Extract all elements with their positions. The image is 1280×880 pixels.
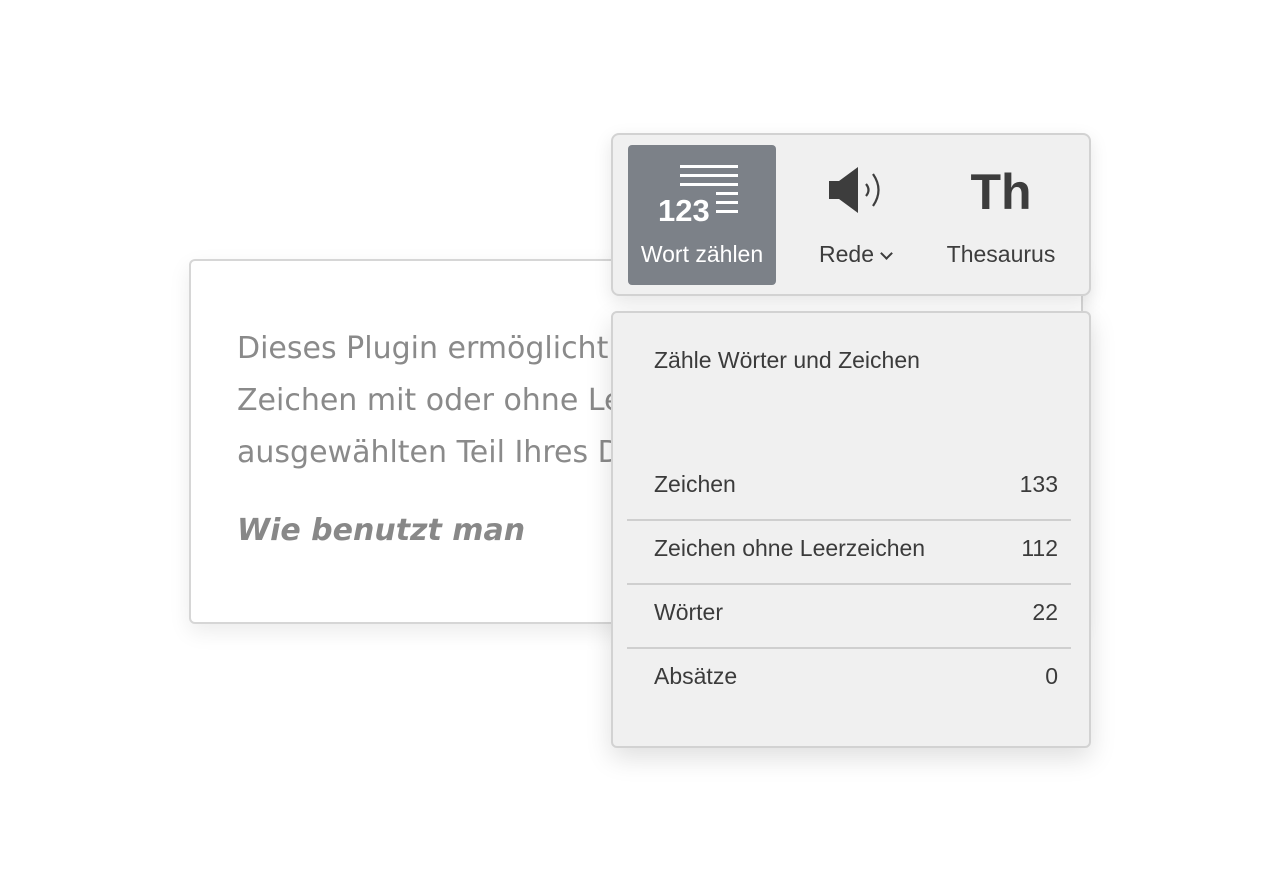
speech-button[interactable]: Rede	[791, 145, 919, 285]
thesaurus-icon: Th	[970, 164, 1032, 220]
stat-value: 0	[1045, 663, 1058, 689]
stage: Dieses Plugin ermöglicht Zeichen mit ode…	[0, 0, 1280, 880]
thesaurus-button[interactable]: Th Thesaurus	[931, 145, 1071, 285]
plugin-toolbar: 123 Wort zählen Rede Th Thesaurus	[611, 133, 1091, 296]
stat-label: Zeichen ohne Leerzeichen	[654, 535, 926, 561]
panel-title: Zähle Wörter und Zeichen	[654, 347, 920, 373]
stat-label: Zeichen	[654, 471, 736, 497]
stat-row-characters: Zeichen 133	[627, 457, 1071, 521]
thesaurus-label: Thesaurus	[946, 241, 1056, 267]
stat-value: 133	[1019, 471, 1058, 497]
stat-label: Absätze	[654, 663, 738, 689]
svg-text:123: 123	[658, 193, 710, 223]
word-count-button[interactable]: 123 Wort zählen	[628, 145, 776, 285]
chevron-down-icon	[880, 247, 893, 260]
speech-label-text: Rede	[819, 241, 874, 267]
word-count-icon: 123	[658, 165, 738, 223]
document-heading[interactable]: Wie benutzt man	[237, 513, 525, 548]
speaker-icon	[829, 167, 880, 213]
stat-value: 112	[1021, 535, 1058, 561]
word-count-label: Wort zählen	[640, 241, 764, 267]
stat-row-paragraphs: Absätze 0	[627, 649, 1071, 713]
speech-label: Rede	[791, 241, 919, 268]
stat-row-characters-no-spaces: Zeichen ohne Leerzeichen 112	[627, 521, 1071, 585]
stat-label: Wörter	[654, 599, 723, 625]
stat-value: 22	[1032, 599, 1058, 625]
word-count-panel: Zähle Wörter und Zeichen Zeichen 133 Zei…	[611, 311, 1091, 748]
stat-row-words: Wörter 22	[627, 585, 1071, 649]
